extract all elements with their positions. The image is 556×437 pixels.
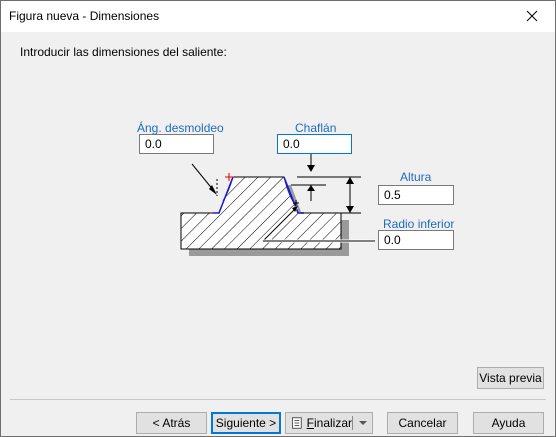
bottom-radius-label: Radio inferior [383,217,455,231]
chevron-down-icon [358,421,367,425]
instruction-text: Introducir las dimensiones del saliente: [20,45,227,59]
draft-angle-label: Áng. desmoldeo [137,121,224,135]
bottom-radius-field[interactable] [378,230,454,250]
finish-split-button[interactable]: Finalizar [285,412,373,434]
back-button[interactable]: < Atrás [136,412,207,434]
close-icon [526,10,538,22]
height-label: Altura [400,170,432,184]
next-button[interactable]: Siguiente > [211,412,281,434]
cancel-button[interactable]: Cancelar [387,412,458,434]
finish-dropdown-button[interactable] [353,413,372,433]
close-button[interactable] [509,1,555,31]
help-button[interactable]: Ayuda [473,412,544,434]
finish-label: inalizar [313,416,352,430]
document-list-icon [292,417,302,429]
chamfer-field[interactable] [277,134,352,154]
height-field[interactable] [378,185,454,205]
separator [10,399,546,400]
finish-mnemonic: F [306,416,314,430]
dialog-window: Figura nueva - Dimensiones Introducir la… [0,0,556,437]
window-title: Figura nueva - Dimensiones [9,9,160,23]
preview-button[interactable]: Vista previa [477,367,544,389]
chamfer-label: Chaflán [295,121,337,135]
finish-button[interactable]: Finalizar [286,413,352,433]
title-bar: Figura nueva - Dimensiones [1,1,555,32]
draft-angle-field[interactable] [139,134,214,154]
